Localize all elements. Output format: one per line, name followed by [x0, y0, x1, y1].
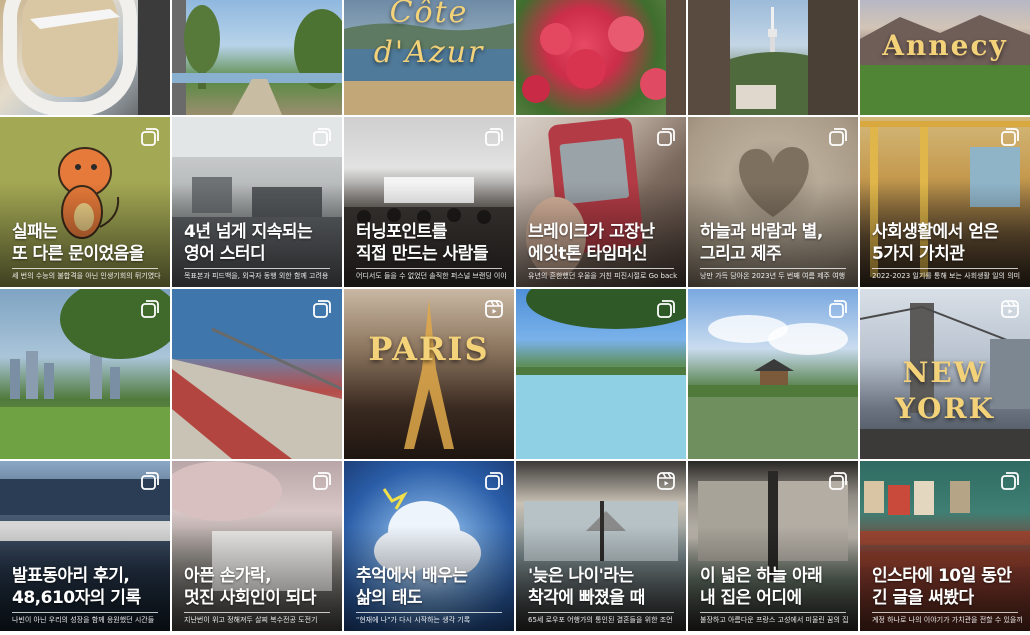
post-title: 이 넓은 하늘 아래 내 집은 어디에 [700, 566, 823, 608]
title-divider [184, 268, 330, 269]
carousel-icon [312, 471, 332, 491]
post-tile-wide-sky-home[interactable]: 이 넓은 하늘 아래 내 집은 어디에 불장하고 아름다운 프랑스 고성에서 미… [688, 461, 858, 631]
post-title: 아픈 손가락, 멋진 사회인이 되다 [184, 566, 316, 608]
post-title: 실패는 또 다른 문이었음을 [12, 222, 144, 264]
post-title: 터닝포인트를 직접 만드는 사람들 [356, 222, 488, 264]
carousel-icon [828, 299, 848, 319]
carousel-icon [828, 471, 848, 491]
reel-icon [484, 299, 504, 319]
post-caption: 목표본과 피드백을, 외국자 동행 외한 함께 고려용 [184, 272, 329, 280]
post-tile-lake[interactable] [516, 289, 686, 459]
post-tile-new-york[interactable]: NEW YORK [860, 289, 1030, 459]
post-caption: 유년의 흔한했던 우울을 거친 피진시절로 Go back [528, 272, 678, 280]
post-caption: 65세 로우포 어행가의 통인된 결혼들을 위한 조언 [528, 616, 673, 624]
post-tile-late-age[interactable]: '늦은 나이'라는 착각에 빠졌을 때 65세 로우포 어행가의 통인된 결혼들… [516, 461, 686, 631]
post-tile-riverside[interactable] [172, 0, 342, 115]
post-tile-memories-attitude[interactable]: 추억에서 배우는 삶의 태도 "현재에 나"가 다시 시작하는 생각 기록 [344, 461, 514, 631]
post-caption: "현재에 나"가 다시 시작하는 생각 기록 [356, 616, 471, 624]
airplane-window-image [3, 0, 170, 115]
carousel-icon [828, 127, 848, 147]
carousel-icon [140, 127, 160, 147]
post-tile-sore-fingers[interactable]: 아픈 손가락, 멋진 사회인이 되다 지난번이 위고 정해져두 살찌 복수전공 … [172, 461, 342, 631]
cote-dazur-overlay-text: Côte d'Azur [373, 0, 485, 70]
title-divider [700, 612, 846, 613]
post-caption: 2022-2023 일기를 통해 보는 사회생활 일의 의미 [872, 272, 1021, 280]
post-tile-pavilion[interactable] [688, 289, 858, 459]
post-caption: 계정 하나로 나의 이야기가 가치관을 전할 수 있을까 [872, 616, 1022, 624]
post-tile-annecy[interactable]: Annecy [860, 0, 1030, 115]
post-tile-bike-path[interactable] [172, 289, 342, 459]
carousel-icon [312, 299, 332, 319]
post-tile-english-study[interactable]: 4년 넘게 지속되는 영어 스터디 목표본과 피드백을, 외국자 동행 외한 함… [172, 117, 342, 287]
annecy-overlay-text: Annecy [882, 29, 1008, 62]
title-divider [12, 268, 158, 269]
riverside-image [172, 0, 342, 115]
post-caption: 나빈이 아닌 우리의 성장을 함께 응원했던 시간들 [12, 616, 155, 624]
post-tile-failure[interactable]: 실패는 또 다른 문이었음을 세 번의 수능의 불합격을 아닌 인생기회의 뒤기… [0, 117, 170, 287]
carousel-icon [656, 299, 676, 319]
post-tile-presentation-club[interactable]: 발표동아리 후기, 48,610자의 기록 나빈이 아닌 우리의 성장을 함께 … [0, 461, 170, 631]
flowers-image [522, 0, 686, 115]
post-tile-cote-dazur[interactable]: Côte d'Azur [344, 0, 514, 115]
post-caption: 어디서도 들을 수 없었던 솔직한 퍼스널 브랜딩 이야기 [356, 272, 506, 280]
post-caption: 낭만 가득 담아온 2023년 두 번째 여름 제주 여행 [700, 272, 846, 280]
title-divider [184, 612, 330, 613]
carousel-icon [1000, 471, 1020, 491]
carousel-icon [1000, 127, 1020, 147]
post-tile-instagram-10-days[interactable]: 인스타에 10일 동안 긴 글을 써봤다 계정 하나로 나의 이야기가 가치관을… [860, 461, 1030, 631]
post-tile-broken-phone[interactable]: 브레이크가 고장난 에잇t톤 타임머신 유년의 흔한했던 우울을 거친 피진시절… [516, 117, 686, 287]
post-tile-seoul-tower[interactable] [688, 0, 858, 115]
post-tile-social-life-values[interactable]: 사회생활에서 얻은 5가지 가치관 2022-2023 일기를 통해 보는 사회… [860, 117, 1030, 287]
title-divider [528, 612, 674, 613]
tower-image [688, 0, 858, 115]
carousel-icon [140, 471, 160, 491]
post-title: 브레이크가 고장난 에잇t톤 타임머신 [528, 222, 655, 264]
post-tile-paris[interactable]: PARIS [344, 289, 514, 459]
title-divider [872, 612, 1018, 613]
post-tile-sky-wind-stars[interactable]: 하늘과 바람과 별, 그리고 제주 낭만 가득 담아온 2023년 두 번째 여… [688, 117, 858, 287]
reel-icon [656, 471, 676, 491]
post-caption: 세 번의 수능의 불합격을 아닌 인생기회의 뒤기였다 [12, 272, 161, 280]
post-title: 하늘과 바람과 별, 그리고 제주 [700, 222, 823, 264]
post-title: 추억에서 배우는 삶의 태도 [356, 566, 468, 608]
carousel-icon [484, 127, 504, 147]
title-divider [356, 612, 502, 613]
post-title: '늦은 나이'라는 착각에 빠졌을 때 [528, 566, 645, 608]
carousel-icon [140, 299, 160, 319]
carousel-icon [484, 471, 504, 491]
post-tile-airplane-window[interactable] [0, 0, 170, 115]
post-caption: 지난번이 위고 정해져두 살찌 복수전공 도전기 [184, 616, 318, 624]
new-york-overlay-text: NEW YORK [895, 356, 995, 425]
title-divider [700, 268, 846, 269]
post-caption: 불장하고 아름다운 프랑스 고성에서 미울린 꿈의 집 [700, 616, 849, 624]
title-divider [528, 268, 674, 269]
post-title: 사회생활에서 얻은 5가지 가치관 [872, 222, 999, 264]
title-divider [356, 268, 502, 269]
carousel-icon [656, 127, 676, 147]
carousel-icon [312, 127, 332, 147]
post-title: 발표동아리 후기, 48,610자의 기록 [12, 566, 141, 608]
title-divider [872, 268, 1018, 269]
title-divider [12, 612, 158, 613]
paris-overlay-text: PARIS [368, 330, 490, 368]
post-tile-red-flowers[interactable] [516, 0, 686, 115]
post-tile-turning-point[interactable]: 터닝포인트를 직접 만드는 사람들 어디서도 들을 수 없었던 솔직한 퍼스널 … [344, 117, 514, 287]
post-tile-city-park[interactable] [0, 289, 170, 459]
post-title: 인스타에 10일 동안 긴 글을 써봤다 [872, 566, 1012, 608]
profile-post-grid: Côte d'Azur Annecy 실패는 또 다른 문이었음을 세 번의 수… [0, 0, 1030, 634]
reel-icon [1000, 299, 1020, 319]
post-title: 4년 넘게 지속되는 영어 스터디 [184, 222, 313, 264]
